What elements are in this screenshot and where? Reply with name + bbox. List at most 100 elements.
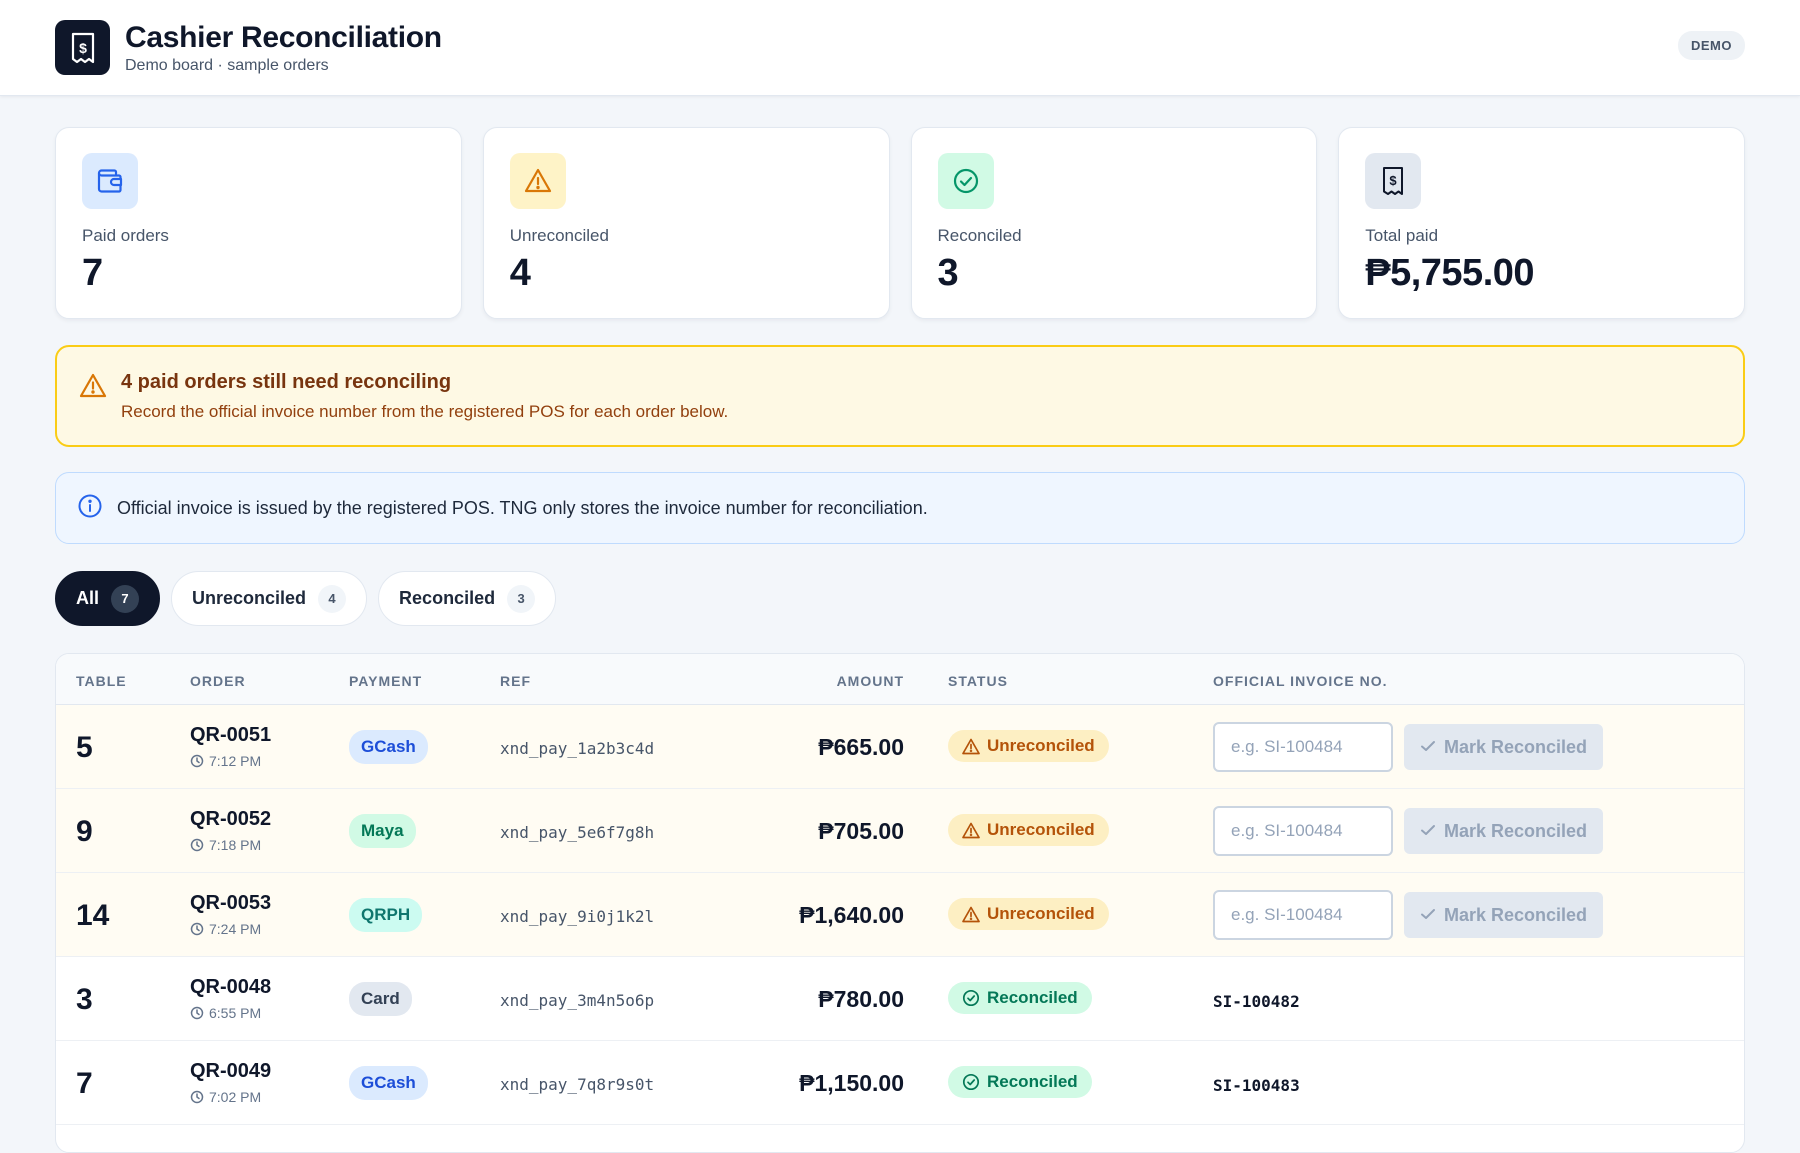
table-row: 5 QR-0051 7:12 PM GCash xnd_pay_1a2b3c4d… xyxy=(56,705,1744,789)
tab-reconciled[interactable]: Reconciled 3 xyxy=(378,571,557,626)
info-text: Official invoice is issued by the regist… xyxy=(117,497,928,518)
status-cell: Reconciled xyxy=(948,982,1092,1014)
order-time: 7:02 PM xyxy=(190,1089,271,1105)
order-time: 7:24 PM xyxy=(190,921,271,937)
mark-reconciled-label: Mark Reconciled xyxy=(1444,904,1588,925)
warning-icon xyxy=(962,906,980,923)
check-circle-icon xyxy=(937,153,994,209)
table-header: TABLE ORDER PAYMENT REF AMOUNT STATUS OF… xyxy=(56,654,1744,705)
tab-label: All xyxy=(76,588,100,608)
stat-label: Paid orders xyxy=(82,226,169,245)
clock-icon xyxy=(190,754,204,768)
status-badge: Unreconciled xyxy=(948,898,1109,930)
app-header: $ Cashier Reconciliation Demo board · sa… xyxy=(0,0,1800,96)
payment-badge: GCash xyxy=(349,1066,428,1100)
order-id: QR-0049 xyxy=(190,1060,272,1082)
stats-row: Paid orders 7 Unreconciled 4 Reconciled … xyxy=(55,127,1745,319)
tab-all[interactable]: All 7 xyxy=(55,571,161,626)
status-label: Unreconciled xyxy=(987,904,1095,923)
status-label: Unreconciled xyxy=(987,736,1095,755)
check-icon xyxy=(1420,737,1436,758)
table-body: 5 QR-0051 7:12 PM GCash xnd_pay_1a2b3c4d… xyxy=(56,705,1744,1125)
order-time-text: 7:18 PM xyxy=(209,837,262,853)
table-number: 3 xyxy=(76,983,93,1016)
invoice-number-input[interactable] xyxy=(1213,890,1393,940)
stat-card-unreconciled: Unreconciled 4 xyxy=(482,127,890,319)
column-header-ref: REF xyxy=(500,673,531,689)
order-id: QR-0053 xyxy=(190,892,272,914)
warning-icon xyxy=(79,373,107,404)
check-circle-icon xyxy=(962,989,980,1007)
order-time-text: 7:12 PM xyxy=(209,753,262,769)
table-number: 14 xyxy=(76,899,110,932)
orders-table: TABLE ORDER PAYMENT REF AMOUNT STATUS OF… xyxy=(55,653,1745,1153)
status-cell: Unreconciled xyxy=(948,814,1109,846)
filter-tabs: All 7 Unreconciled 4 Reconciled 3 xyxy=(55,571,557,626)
tab-unreconciled[interactable]: Unreconciled 4 xyxy=(171,571,368,626)
column-header-order: ORDER xyxy=(190,673,246,689)
table-number: 7 xyxy=(76,1067,93,1100)
invoice-number-input[interactable] xyxy=(1213,806,1393,856)
column-header-status: STATUS xyxy=(948,673,1008,689)
tab-count: 4 xyxy=(318,584,347,613)
invoice-entry: Mark Reconciled xyxy=(1213,806,1604,856)
invoice-entry: Mark Reconciled xyxy=(1213,722,1604,772)
clock-icon xyxy=(190,922,204,936)
warning-text: Record the official invoice number from … xyxy=(121,402,729,421)
invoice-number-input[interactable] xyxy=(1213,722,1393,772)
unreconciled-warning-banner: 4 paid orders still need reconciling Rec… xyxy=(55,345,1745,447)
column-header-payment: PAYMENT xyxy=(349,673,423,689)
payment-cell: Maya xyxy=(349,814,416,848)
order-id: QR-0052 xyxy=(190,808,272,830)
wallet-icon xyxy=(82,153,138,209)
order-cell: QR-0053 7:24 PM xyxy=(190,892,271,937)
invoice-entry: Mark Reconciled xyxy=(1213,890,1604,940)
status-cell: Reconciled xyxy=(948,1066,1092,1098)
order-amount: ₱665.00 xyxy=(818,734,904,760)
check-icon xyxy=(1420,905,1436,926)
mark-reconciled-button[interactable]: Mark Reconciled xyxy=(1404,892,1604,938)
order-amount: ₱780.00 xyxy=(818,986,904,1012)
svg-text:$: $ xyxy=(79,40,87,56)
warning-icon xyxy=(509,153,566,209)
order-amount: ₱705.00 xyxy=(818,818,904,844)
stat-card-total-paid: $ Total paid ₱5,755.00 xyxy=(1338,127,1745,319)
payment-badge: Maya xyxy=(349,814,416,848)
mark-reconciled-button[interactable]: Mark Reconciled xyxy=(1404,724,1604,770)
order-id: QR-0051 xyxy=(190,724,272,746)
order-time: 7:12 PM xyxy=(190,753,271,769)
tab-count: 7 xyxy=(111,584,140,613)
receipt-icon: $ xyxy=(55,20,110,75)
check-icon xyxy=(1420,821,1436,842)
order-cell: QR-0052 7:18 PM xyxy=(190,808,271,853)
column-header-table: TABLE xyxy=(76,673,127,689)
payment-ref: xnd_pay_5e6f7g8h xyxy=(500,823,655,842)
status-badge: Reconciled xyxy=(948,1066,1092,1098)
tab-label: Unreconciled xyxy=(192,588,307,608)
status-badge: Reconciled xyxy=(948,982,1092,1014)
payment-cell: Card xyxy=(349,982,412,1016)
info-icon xyxy=(77,493,103,524)
stat-value: 4 xyxy=(509,252,531,294)
column-header-amount: AMOUNT xyxy=(836,673,904,689)
stat-value: 3 xyxy=(937,252,959,294)
check-circle-icon xyxy=(962,1073,980,1091)
demo-badge: DEMO xyxy=(1678,31,1745,60)
info-banner: Official invoice is issued by the regist… xyxy=(55,472,1745,544)
payment-cell: QRPH xyxy=(349,898,423,932)
table-number: 9 xyxy=(76,815,93,848)
mark-reconciled-button[interactable]: Mark Reconciled xyxy=(1404,808,1604,854)
table-row: 14 QR-0053 7:24 PM QRPH xnd_pay_9i0j1k2l… xyxy=(56,873,1744,957)
status-label: Reconciled xyxy=(987,988,1078,1007)
stat-label: Reconciled xyxy=(937,226,1022,245)
status-cell: Unreconciled xyxy=(948,730,1109,762)
stat-value: 7 xyxy=(82,252,103,294)
order-cell: QR-0049 7:02 PM xyxy=(190,1060,271,1105)
clock-icon xyxy=(190,838,204,852)
svg-text:$: $ xyxy=(1390,173,1398,188)
status-badge: Unreconciled xyxy=(948,814,1109,846)
order-time: 7:18 PM xyxy=(190,837,271,853)
stat-value: ₱5,755.00 xyxy=(1365,252,1535,294)
receipt-icon: $ xyxy=(1365,153,1422,209)
table-row: 7 QR-0049 7:02 PM GCash xnd_pay_7q8r9s0t… xyxy=(56,1041,1744,1125)
